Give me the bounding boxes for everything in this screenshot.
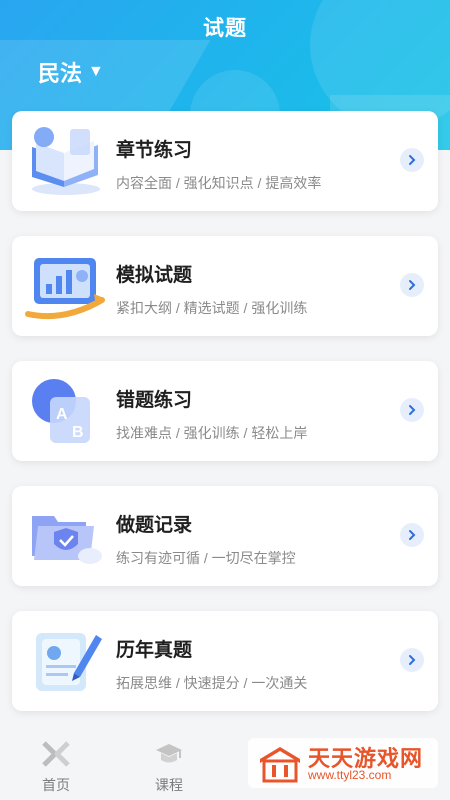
tab-home[interactable]: 首页: [21, 740, 91, 795]
card-title: 章节练习: [116, 140, 193, 161]
site-watermark: 天天游戏网 www.ttyl23.com: [248, 738, 438, 788]
card-chapter-practice[interactable]: 章节练习 内容全面 / 强化知识点 / 提高效率: [12, 111, 438, 211]
card-mock-exam[interactable]: 模拟试题 紧扣大纲 / 精选试题 / 强化训练: [12, 236, 438, 336]
chevron-right-icon[interactable]: [400, 273, 424, 297]
svg-text:A: A: [56, 406, 68, 423]
card-practice-records[interactable]: 做题记录 练习有迹可循 / 一切尽在掌控: [12, 486, 438, 586]
ab-icon: A B: [32, 379, 90, 443]
x-logo-icon: [42, 741, 70, 767]
svg-text:B: B: [72, 424, 84, 441]
chart-board-icon: [25, 258, 105, 320]
chevron-right-icon[interactable]: [400, 398, 424, 422]
folder-shield-icon: [32, 516, 102, 564]
chevron-right-icon[interactable]: [400, 148, 424, 172]
dropdown-triangle-icon: ▼: [88, 63, 104, 80]
book-icon: [32, 127, 100, 195]
card-description: 内容全面 / 强化知识点 / 提高效率: [116, 175, 322, 191]
exam-pen-icon: [36, 633, 102, 691]
watermark-url: www.ttyl23.com: [308, 768, 392, 782]
card-past-exams[interactable]: 历年真题 拓展思维 / 快速提分 / 一次通关: [12, 611, 438, 711]
card-title: 模拟试题: [116, 265, 193, 286]
card-title: 错题练习: [116, 390, 193, 411]
subject-selector[interactable]: 民法 ▼: [38, 56, 104, 88]
watermark-logo-icon: [260, 747, 300, 783]
card-wrong-answers[interactable]: A B 错题练习 找准难点 / 强化训练 / 轻松上岸: [12, 361, 438, 461]
card-title: 历年真题: [116, 640, 193, 661]
tab-label: 首页: [42, 777, 70, 793]
chevron-right-icon[interactable]: [400, 523, 424, 547]
subject-label: 民法: [38, 61, 83, 86]
card-description: 紧扣大纲 / 精选试题 / 强化训练: [116, 300, 308, 316]
tab-label: 课程: [155, 777, 183, 793]
card-description: 拓展思维 / 快速提分 / 一次通关: [116, 675, 308, 691]
graduation-cap-icon: [156, 744, 182, 763]
tab-courses[interactable]: 课程: [134, 740, 204, 795]
card-description: 找准难点 / 强化训练 / 轻松上岸: [116, 425, 308, 441]
card-title: 做题记录: [116, 515, 193, 536]
page-title: 试题: [203, 17, 247, 40]
chevron-right-icon[interactable]: [400, 648, 424, 672]
card-description: 练习有迹可循 / 一切尽在掌控: [116, 550, 296, 566]
